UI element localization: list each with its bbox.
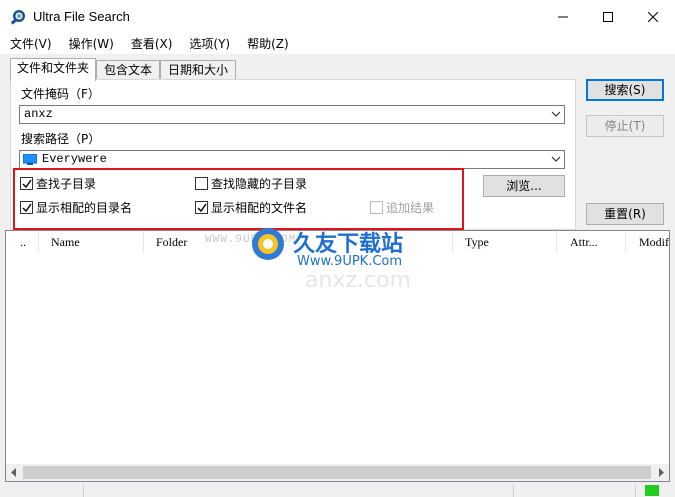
status-cell [84, 484, 514, 497]
tab-contains-text[interactable]: 包含文本 [96, 60, 160, 80]
file-mask-combo[interactable]: anxz [19, 105, 565, 124]
search-path-value: Everywere [42, 152, 107, 166]
column-header-dots[interactable]: .. [6, 231, 39, 253]
scroll-left-icon[interactable] [11, 468, 17, 477]
column-header-name[interactable]: Name [39, 231, 144, 253]
results-list[interactable]: .. Name Folder Type Attr... Modif [5, 230, 670, 482]
tab-date-size[interactable]: 日期和大小 [160, 60, 236, 80]
column-header-folder[interactable]: Folder [144, 231, 453, 253]
maximize-button[interactable] [585, 0, 630, 34]
search-button[interactable]: 搜索(S) [586, 79, 664, 101]
minimize-button[interactable] [540, 0, 585, 34]
file-mask-label: 文件掩码（F） [21, 87, 100, 101]
title-bar: Ultra File Search [0, 0, 675, 34]
status-indicator [645, 485, 659, 496]
list-header: .. Name Folder Type Attr... Modif [6, 231, 669, 253]
menu-action[interactable]: 操作(W) [59, 34, 121, 54]
scroll-right-icon[interactable] [658, 468, 664, 477]
horizontal-scrollbar[interactable] [6, 464, 669, 481]
column-header-modified[interactable]: Modif [626, 231, 669, 253]
minimize-icon [557, 16, 568, 18]
file-mask-value: anxz [24, 107, 53, 121]
chevron-down-icon[interactable] [551, 155, 561, 163]
chevron-down-icon[interactable] [551, 110, 561, 118]
highlight-box [13, 168, 464, 230]
menu-view[interactable]: 查看(X) [121, 34, 180, 54]
close-icon [647, 12, 658, 22]
tab-files-folders[interactable]: 文件和文件夹 [10, 58, 96, 81]
column-header-type[interactable]: Type [453, 231, 557, 253]
column-header-attributes[interactable]: Attr... [557, 231, 626, 253]
menu-help[interactable]: 帮助(Z) [237, 34, 296, 54]
computer-icon [23, 154, 37, 165]
stop-button[interactable]: 停止(T) [586, 115, 664, 137]
menu-bar: 文件(V) 操作(W) 查看(X) 选项(Y) 帮助(Z) [0, 34, 675, 54]
status-cell [514, 484, 636, 497]
search-path-label: 搜索路径（P） [21, 132, 101, 146]
menu-file[interactable]: 文件(V) [0, 34, 59, 54]
scrollbar-thumb[interactable] [23, 466, 651, 479]
browse-button[interactable]: 浏览... [483, 175, 565, 197]
search-path-combo[interactable]: Everywere [19, 150, 565, 169]
status-cell [0, 484, 84, 497]
window-title: Ultra File Search [33, 9, 130, 24]
status-bar [0, 483, 675, 497]
app-search-icon [10, 10, 25, 25]
reset-button[interactable]: 重置(R) [586, 203, 664, 225]
close-button[interactable] [630, 0, 675, 34]
maximize-icon [602, 12, 613, 22]
menu-options[interactable]: 选项(Y) [179, 34, 237, 54]
